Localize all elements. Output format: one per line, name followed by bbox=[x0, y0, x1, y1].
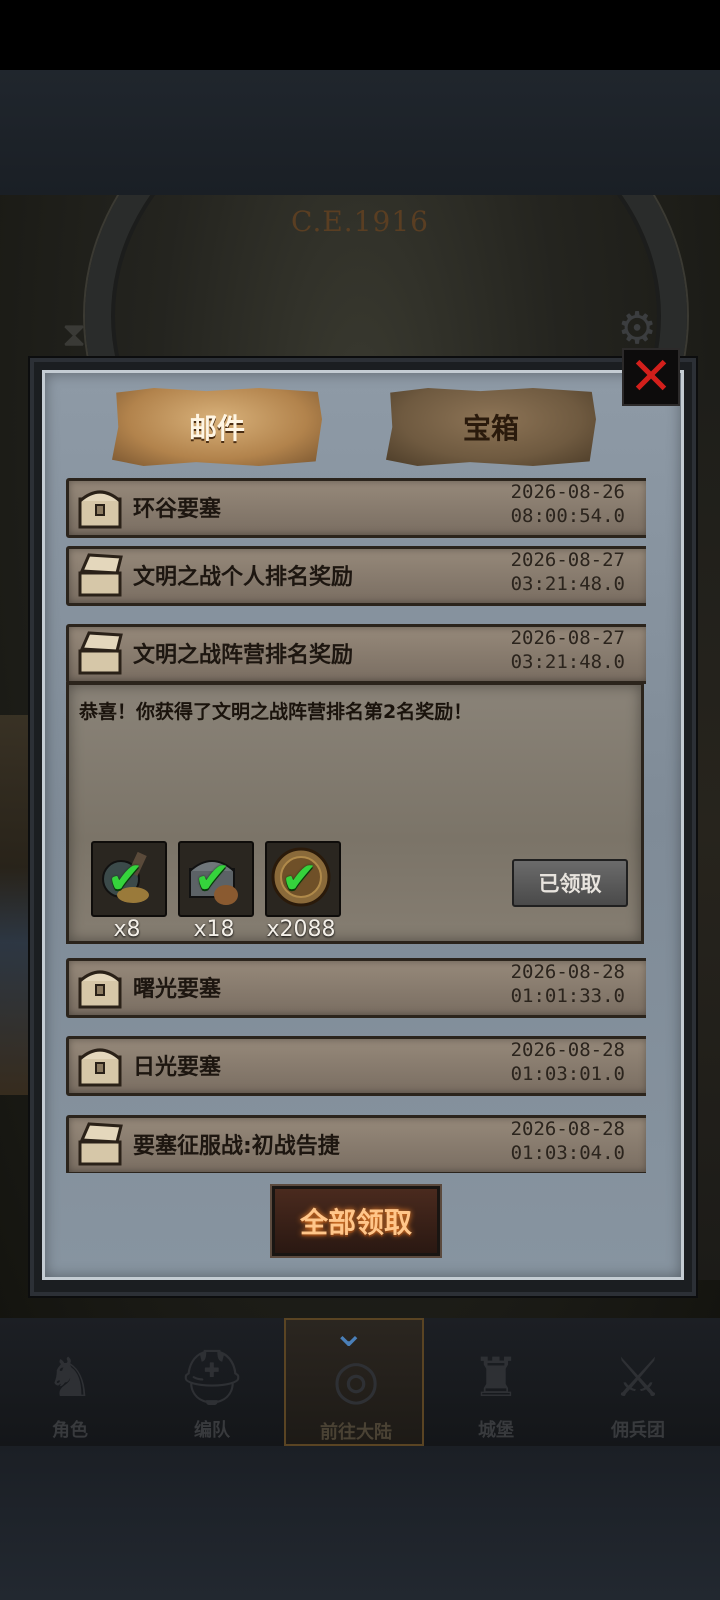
mail-item[interactable]: 日光要塞 2026-08-28 01:03:01.0 bbox=[66, 1036, 646, 1096]
mail-time: 01:01:33.0 bbox=[510, 985, 625, 1007]
chest-open-icon bbox=[78, 553, 123, 597]
mail-item[interactable]: 文明之战个人排名奖励 2026-08-27 03:21:48.0 bbox=[66, 546, 646, 606]
bottom-nav: ♞ 角色 ⛑ 编队 ⌄ ◎ 前往大陆 ♜ 城堡 ⚔ 佣兵团 bbox=[0, 1310, 720, 1446]
mail-item[interactable]: 曙光要塞 2026-08-28 01:01:33.0 bbox=[66, 958, 646, 1018]
knight-icon: ♞ bbox=[45, 1346, 95, 1409]
chest-icon bbox=[78, 490, 122, 529]
status-bar bbox=[0, 0, 720, 70]
nav-item-castle[interactable]: ♜ 城堡 bbox=[426, 1318, 566, 1446]
nav-label: 编队 bbox=[194, 1420, 230, 1441]
tab-mail[interactable]: 邮件 bbox=[112, 388, 322, 466]
reward-count: x2088 bbox=[266, 917, 336, 942]
nav-item-mercenary[interactable]: ⚔ 佣兵团 bbox=[568, 1318, 708, 1446]
nav-label: 城堡 bbox=[478, 1420, 514, 1441]
nav-label: 佣兵团 bbox=[611, 1420, 665, 1441]
nav-label: 前往大陆 bbox=[320, 1422, 392, 1443]
reward-item[interactable]: ✔ bbox=[178, 841, 254, 917]
check-icon: ✔ bbox=[194, 853, 231, 904]
top-background bbox=[0, 70, 720, 195]
nav-item-continent[interactable]: ⌄ ◎ 前往大陆 bbox=[284, 1310, 424, 1446]
chest-icon bbox=[78, 970, 122, 1009]
mail-body-text: 恭喜！你获得了文明之战阵营排名第2名奖励！ bbox=[79, 701, 473, 723]
helmet-icon: ⛑ bbox=[177, 1346, 247, 1409]
close-icon: ✕ bbox=[629, 347, 673, 407]
hourglass-icon[interactable]: ⧗ bbox=[58, 317, 90, 353]
claim-all-button[interactable]: 全部领取 bbox=[272, 1186, 440, 1256]
bottom-background bbox=[0, 1446, 720, 1600]
mail-title: 文明之战阵营排名奖励 bbox=[133, 643, 354, 668]
era-label: C.E.1916 bbox=[291, 205, 429, 238]
mail-date: 2026-08-27 bbox=[510, 627, 625, 649]
mail-body: 恭喜！你获得了文明之战阵营排名第2名奖励！ ✔ x8 ✔ x18 ✔ x2088… bbox=[66, 682, 644, 944]
close-button[interactable]: ✕ bbox=[622, 348, 680, 406]
mail-title: 环谷要塞 bbox=[133, 497, 222, 522]
mail-item[interactable]: 要塞征服战:初战告捷 2026-08-28 01:03:04.0 bbox=[66, 1115, 646, 1173]
chest-open-icon bbox=[78, 631, 123, 675]
mercenary-icon: ⚔ bbox=[613, 1346, 663, 1409]
mail-date: 2026-08-28 bbox=[510, 1039, 625, 1061]
gear-icon[interactable]: ⚙ bbox=[615, 307, 659, 351]
reward-item[interactable]: ✔ bbox=[265, 841, 341, 917]
mail-list[interactable]: 环谷要塞 2026-08-26 08:00:54.0 文明之战个人排名奖励 20… bbox=[66, 478, 646, 1173]
mail-date: 2026-08-28 bbox=[510, 1118, 625, 1140]
chest-icon bbox=[78, 1048, 122, 1087]
mail-item[interactable]: 环谷要塞 2026-08-26 08:00:54.0 bbox=[66, 478, 646, 538]
mail-title: 日光要塞 bbox=[133, 1055, 222, 1080]
claimed-button[interactable]: 已领取 bbox=[512, 859, 628, 907]
mail-time: 03:21:48.0 bbox=[510, 573, 625, 595]
mail-item-expanded[interactable]: 文明之战阵营排名奖励 2026-08-27 03:21:48.0 bbox=[66, 624, 646, 684]
check-icon: ✔ bbox=[107, 853, 144, 904]
mail-title: 要塞征服战:初战告捷 bbox=[133, 1134, 340, 1159]
mail-title: 曙光要塞 bbox=[133, 977, 222, 1002]
mail-date: 2026-08-28 bbox=[510, 961, 625, 983]
reward-item[interactable]: ✔ bbox=[91, 841, 167, 917]
nav-label: 角色 bbox=[52, 1420, 88, 1441]
mail-date: 2026-08-26 bbox=[510, 481, 625, 503]
tab-chest[interactable]: 宝箱 bbox=[386, 388, 596, 466]
castle-icon: ♜ bbox=[471, 1346, 521, 1409]
mail-date: 2026-08-27 bbox=[510, 549, 625, 571]
side-decoration bbox=[0, 715, 30, 1095]
nav-item-character[interactable]: ♞ 角色 bbox=[0, 1318, 140, 1446]
mail-time: 01:03:01.0 bbox=[510, 1063, 625, 1085]
mail-title: 文明之战个人排名奖励 bbox=[133, 565, 354, 590]
mail-time: 01:03:04.0 bbox=[510, 1142, 625, 1164]
mail-time: 08:00:54.0 bbox=[510, 505, 625, 527]
nav-item-formation[interactable]: ⛑ 编队 bbox=[142, 1318, 282, 1446]
check-icon: ✔ bbox=[281, 853, 318, 904]
chest-open-icon bbox=[78, 1122, 123, 1166]
mail-time: 03:21:48.0 bbox=[510, 651, 625, 673]
globe-icon: ◎ bbox=[332, 1348, 380, 1411]
